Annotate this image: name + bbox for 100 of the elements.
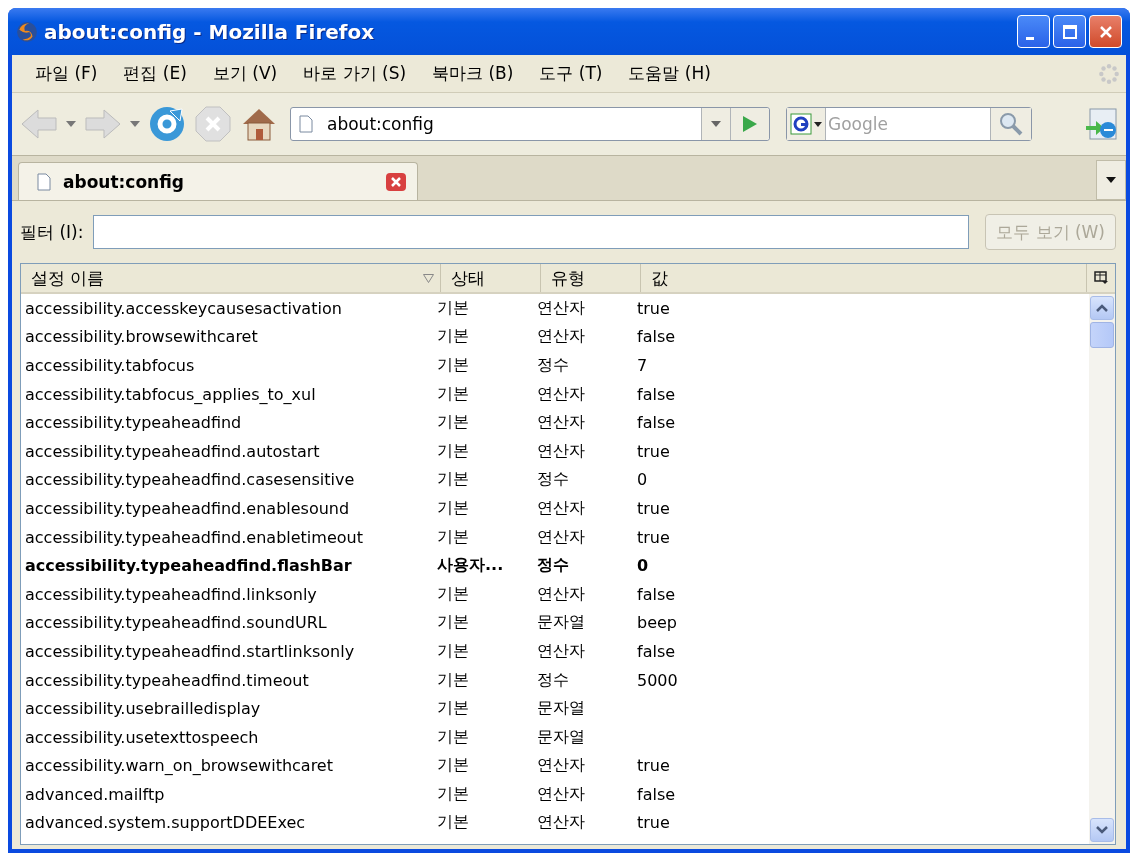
filter-field[interactable] — [93, 215, 970, 249]
search-engine-button[interactable] — [787, 108, 826, 140]
caret-icon — [814, 121, 822, 127]
table-cell-text: 연산자 — [537, 440, 586, 462]
table-cell-text: 연산자 — [537, 755, 586, 777]
table-cell-text: accessibility.typeaheadfind.autostart — [24, 441, 321, 461]
menu-item[interactable]: 보기 (V) — [199, 62, 291, 85]
tab[interactable]: about:config — [18, 162, 418, 200]
table-cell: true — [637, 441, 670, 461]
close-tab-icon[interactable] — [385, 171, 407, 192]
table-cell-text: advanced.system.supportDDEExec — [24, 813, 307, 833]
table-cell-text: accessibility.typeaheadfind.casesensitive — [24, 470, 356, 490]
table-cell-text: 연산자 — [537, 383, 586, 405]
close-button[interactable] — [1089, 15, 1122, 48]
table-cell-text: 기본 — [437, 469, 470, 491]
table-cell-text: advanced.mailftp — [24, 784, 166, 804]
menu-item[interactable]: 바로 가기 (S) — [290, 62, 420, 85]
table-cell-text: 기본 — [437, 526, 470, 548]
minimize-button[interactable] — [1017, 15, 1050, 48]
table-cell-text: accessibility.tabfocus — [24, 356, 196, 375]
menu-item[interactable]: 북마크 (B) — [419, 62, 527, 85]
table-cell: false — [637, 384, 676, 404]
table-cell: beep — [637, 613, 677, 633]
table-cell-text: accessibility.typeaheadfind.startlinksonly — [24, 641, 356, 661]
table-cell-text: accessibility.tabfocus_applies_to_xul — [24, 384, 317, 404]
menu-item[interactable]: 편집 (E) — [110, 62, 200, 85]
table-cell-text: 정수 — [537, 555, 570, 577]
column-header[interactable]: 설정 이름 — [21, 264, 441, 292]
table-cell-text: 기본 — [437, 612, 470, 634]
page-icon — [299, 115, 313, 133]
table-cell-text: 연산자 — [537, 583, 586, 605]
scrollbar[interactable] — [1089, 294, 1115, 844]
chevron-up-icon — [1095, 303, 1109, 313]
page-icon — [37, 172, 51, 191]
table-cell-text: accessibility.accesskeycausesactivation — [24, 298, 343, 318]
chevron-down-icon — [1095, 825, 1109, 835]
search-bar[interactable]: Google — [786, 107, 1032, 141]
search-engine-icon — [790, 113, 812, 135]
ie-icon[interactable] — [1084, 106, 1120, 142]
table-cell-text: 기본 — [437, 297, 470, 319]
dropdown-button[interactable] — [701, 108, 730, 140]
table-cell-text: accessibility.usetexttospeech — [24, 727, 260, 747]
table-cell: true — [637, 756, 670, 776]
table-cell-text: 문자열 — [537, 612, 586, 634]
tab-list-button[interactable] — [1096, 160, 1126, 200]
table-cell-text: 문자열 — [537, 726, 586, 748]
table-cell-text: 기본 — [437, 440, 470, 462]
go-button[interactable] — [730, 108, 769, 140]
column-header[interactable]: 상태 — [441, 264, 541, 292]
table-cell: true — [637, 813, 670, 833]
table-cell-text: accessibility.warn_on_browsewithcaret — [24, 756, 334, 776]
sort-icon — [423, 273, 434, 283]
scroll-up-button[interactable] — [1090, 296, 1114, 320]
table-cell: true — [637, 298, 670, 318]
table-cell-text: 연산자 — [537, 812, 586, 834]
table-cell-text: accessibility.typeaheadfind.soundURL — [24, 613, 328, 633]
scroll-thumb[interactable] — [1090, 322, 1114, 348]
table-cell-text: accessibility.usebrailledisplay — [24, 699, 262, 719]
table-cell: false — [637, 641, 676, 661]
table-cell-text: accessibility.typeaheadfind.enablesound — [24, 498, 351, 518]
scroll-down-button[interactable] — [1090, 818, 1114, 842]
table-cell-text: accessibility.typeaheadfind.timeout — [24, 670, 310, 690]
table-cell-text: 기본 — [437, 726, 470, 748]
column-header[interactable]: 유형 — [541, 264, 641, 292]
caret-icon[interactable] — [66, 121, 76, 127]
table-cell-text: 문자열 — [537, 698, 586, 720]
play-icon — [742, 115, 758, 133]
table-cell: true — [637, 527, 670, 547]
table-cell-text: accessibility.typeaheadfind.linksonly — [24, 584, 318, 604]
caret-icon[interactable] — [130, 121, 140, 127]
table-cell: true — [637, 498, 670, 518]
firefox-icon — [16, 20, 38, 43]
menu-item[interactable]: 도움말 (H) — [615, 62, 724, 85]
table-cell-text: 연산자 — [537, 326, 586, 348]
table-cell-text: 기본 — [437, 583, 470, 605]
minimize-icon — [1025, 37, 1034, 40]
table-cell-text: 기본 — [437, 640, 470, 662]
table-cell-text: 연산자 — [537, 526, 586, 548]
table-cell-text: 연산자 — [537, 412, 586, 434]
menu-item[interactable]: 도구 (T) — [526, 62, 616, 85]
table-cell: false — [637, 784, 676, 804]
close-icon — [1097, 23, 1114, 40]
table-cell-text: 기본 — [437, 812, 470, 834]
table-cell-text: 연산자 — [537, 497, 586, 519]
menu-item[interactable]: 파일 (F) — [22, 62, 111, 85]
window-title: about:config - Mozilla Firefox — [44, 19, 375, 44]
table-cell-text: 기본 — [437, 783, 470, 805]
table-cell: 5000 — [637, 670, 678, 690]
table-cell-text: accessibility.browsewithcaret — [24, 327, 259, 347]
table-cell-text: 정수 — [537, 469, 570, 491]
maximize-button[interactable] — [1053, 15, 1086, 48]
table-cell-text: 기본 — [437, 412, 470, 434]
table-cell: 7 — [637, 356, 648, 375]
table-cell-text: 기본 — [437, 383, 470, 405]
column-header[interactable]: 값 — [641, 264, 1087, 292]
table-cell: false — [637, 327, 676, 347]
table-cell-text: 기본 — [437, 326, 470, 348]
search-button[interactable] — [990, 108, 1031, 140]
table-cell-text: 연산자 — [537, 783, 586, 805]
table-cell-text: 기본 — [437, 755, 470, 777]
